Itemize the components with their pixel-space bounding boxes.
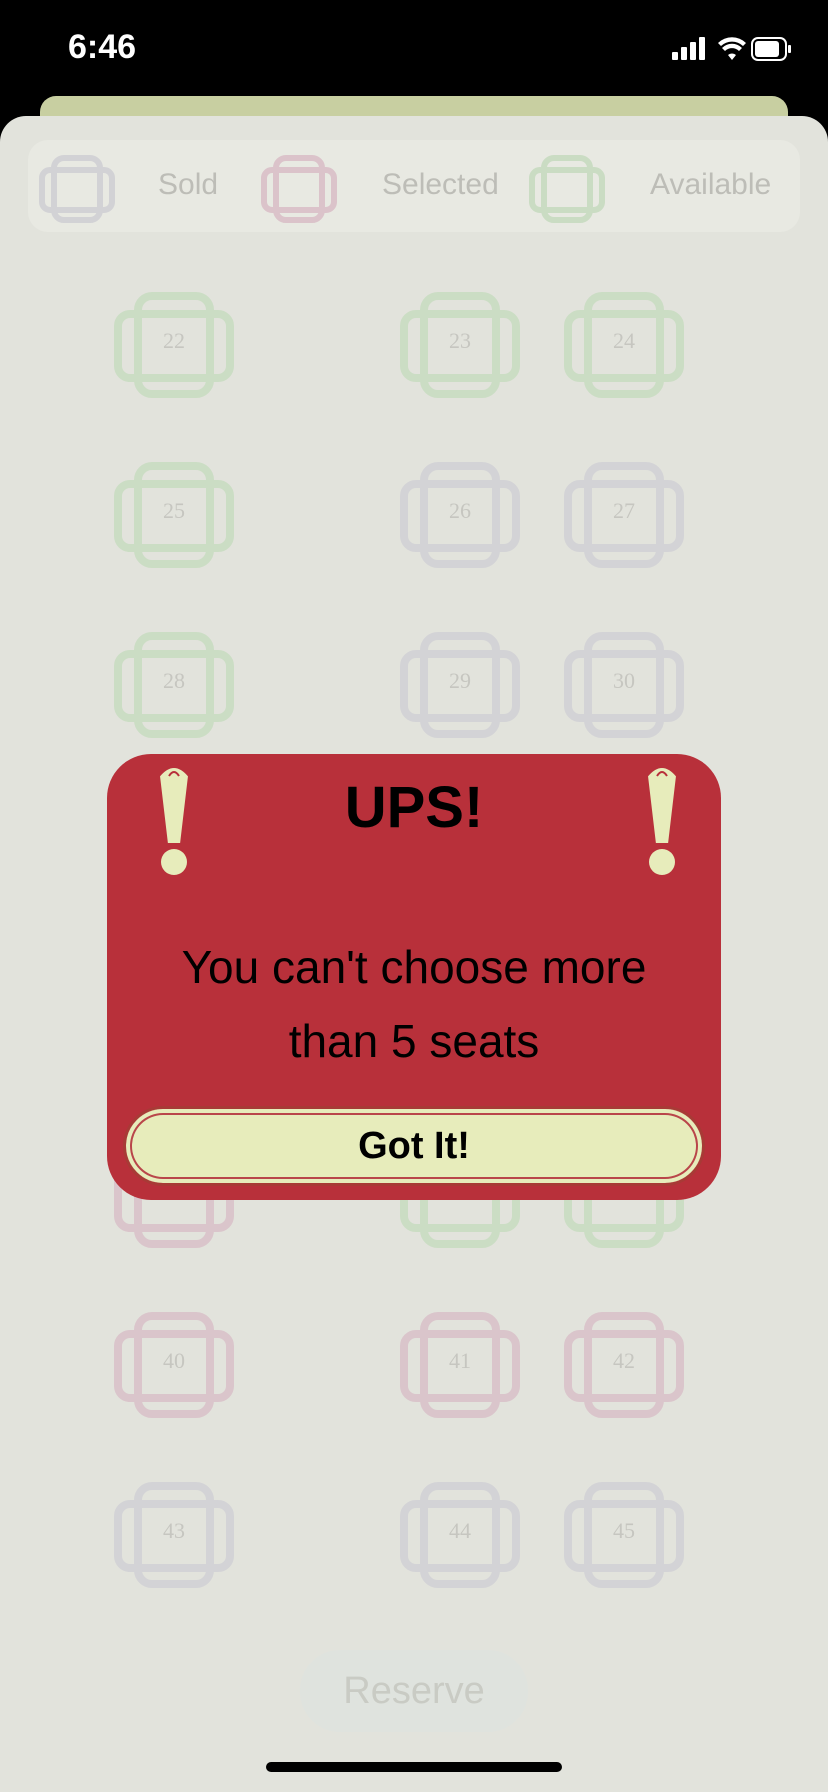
seat-26[interactable]: 26: [398, 460, 522, 570]
seat-28[interactable]: 28: [112, 630, 236, 740]
seat-25[interactable]: 25: [112, 460, 236, 570]
sold-seat-icon: [38, 154, 116, 224]
seat-23[interactable]: 23: [398, 290, 522, 400]
status-bar: 6:46: [0, 0, 828, 96]
status-icons: [672, 34, 792, 64]
seat-number: 43: [163, 1518, 185, 1543]
seat-number: 22: [163, 328, 185, 353]
seat-number: 41: [449, 1348, 471, 1373]
seat-number: 24: [613, 328, 635, 353]
dialog-title: UPS!: [344, 775, 484, 840]
home-indicator: [266, 1762, 562, 1772]
seat-27[interactable]: 27: [562, 460, 686, 570]
seat-45[interactable]: 45: [562, 1480, 686, 1590]
seat-41[interactable]: 41: [398, 1310, 522, 1420]
seat-number: 29: [449, 668, 471, 693]
seat-legend: Sold Selected Available: [28, 140, 800, 232]
seat-number: 40: [163, 1348, 185, 1373]
seat-number: 28: [163, 668, 185, 693]
wifi-icon: [718, 37, 746, 60]
seat-number: 26: [449, 498, 471, 523]
selected-seat-icon: [260, 154, 338, 224]
seat-29[interactable]: 29: [398, 630, 522, 740]
seat-number: 25: [163, 498, 185, 523]
signal-icon: [672, 37, 705, 60]
seat-40[interactable]: 40: [112, 1310, 236, 1420]
seat-22[interactable]: 22: [112, 290, 236, 400]
seat-number: 30: [613, 668, 635, 693]
seat-30[interactable]: 30: [562, 630, 686, 740]
max-seats-alert-dialog: UPS! You can't choose more than 5 seats …: [107, 754, 721, 1200]
legend-label-sold: Sold: [158, 168, 219, 201]
available-seat-icon: [528, 154, 606, 224]
seat-number: 27: [613, 498, 635, 523]
dialog-message: You can't choose more than 5 seats: [181, 941, 647, 1067]
battery-icon: [751, 37, 791, 61]
legend-label-available: Available: [650, 168, 772, 201]
seat-42[interactable]: 42: [562, 1310, 686, 1420]
reserve-button[interactable]: Reserve: [300, 1650, 528, 1732]
seat-24[interactable]: 24: [562, 290, 686, 400]
seat-number: 42: [613, 1348, 635, 1373]
seat-number: 23: [449, 328, 471, 353]
seat-number: 44: [449, 1518, 471, 1543]
legend-label-selected: Selected: [382, 168, 499, 201]
status-time: 6:46: [68, 28, 137, 66]
got-it-button[interactable]: Got It!: [123, 1106, 705, 1186]
seat-44[interactable]: 44: [398, 1480, 522, 1590]
seat-43[interactable]: 43: [112, 1480, 236, 1590]
seat-number: 45: [613, 1518, 635, 1543]
